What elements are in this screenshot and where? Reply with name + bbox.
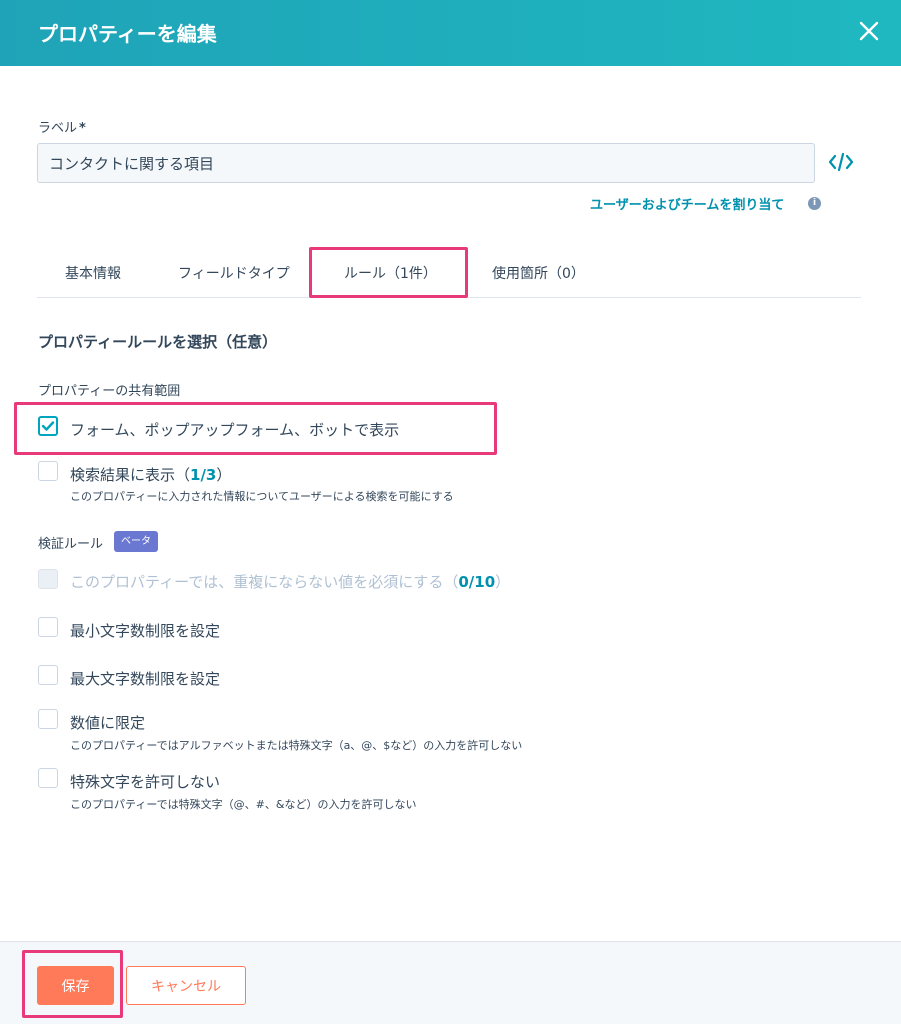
tab-usage[interactable]: 使用箇所（0）: [492, 263, 585, 283]
sharing-scope-label: プロパティーの共有範囲: [38, 384, 181, 399]
close-icon[interactable]: [852, 14, 886, 48]
tab-field-type[interactable]: フィールドタイプ: [178, 263, 290, 283]
label-field-title: ラベル *: [38, 117, 86, 136]
active-tab-indicator: [315, 295, 467, 298]
modal-title: プロパティーを編集: [38, 22, 217, 46]
validation-rules-label: 検証ルール: [38, 537, 104, 552]
cancel-button[interactable]: キャンセル: [126, 966, 246, 1005]
form-option-label: フォーム、ポップアップフォーム、ボットで表示: [70, 421, 400, 439]
required-mark: *: [79, 121, 86, 136]
checkmark-icon: [41, 421, 55, 431]
max-length-label: 最大文字数制限を設定: [70, 670, 221, 688]
label-text: ラベル: [38, 121, 78, 136]
tab-rules[interactable]: ルール（1件）: [344, 263, 437, 283]
min-length-checkbox[interactable]: [38, 617, 58, 637]
search-option-checkbox[interactable]: [38, 461, 58, 481]
modal-header: プロパティーを編集: [0, 0, 901, 66]
search-option-text-end: ）: [216, 466, 232, 484]
unique-value-text: このプロパティーでは、重複にならない値を必須にする（: [70, 573, 459, 591]
max-length-checkbox[interactable]: [38, 665, 58, 685]
no-special-chars-checkbox[interactable]: [38, 768, 58, 788]
no-special-chars-label: 特殊文字を許可しない: [70, 773, 221, 791]
assign-users-teams-link[interactable]: ユーザーおよびチームを割り当て: [590, 194, 784, 213]
unique-value-checkbox: [38, 569, 58, 589]
unique-value-label: このプロパティーでは、重複にならない値を必須にする（0/10）: [70, 571, 510, 592]
tab-bar: 基本情報 フィールドタイプ ルール（1件） 使用箇所（0）: [37, 245, 861, 298]
no-special-chars-description: このプロパティーでは特殊文字（@、#、&など）の入力を許可しない: [70, 798, 417, 811]
search-option-count: 1/3: [190, 466, 217, 484]
form-option-checkbox[interactable]: [38, 416, 58, 436]
unique-value-count: 0/10: [458, 573, 496, 591]
beta-badge: ベータ: [114, 531, 158, 552]
info-icon[interactable]: i: [808, 197, 821, 210]
tab-basic-info[interactable]: 基本情報: [65, 263, 121, 283]
section-title: プロパティールールを選択（任意）: [38, 333, 278, 351]
numeric-only-checkbox[interactable]: [38, 709, 58, 729]
search-option-text: 検索結果に表示（: [70, 466, 191, 484]
search-option-label: 検索結果に表示（1/3）: [70, 464, 231, 485]
min-length-label: 最小文字数制限を設定: [70, 622, 221, 640]
label-input[interactable]: [37, 143, 815, 183]
code-icon[interactable]: [826, 148, 856, 176]
unique-value-text-end: ）: [495, 573, 511, 591]
numeric-only-description: このプロパティーではアルファベットまたは特殊文字（a、@、$など）の入力を許可し…: [70, 739, 523, 752]
search-option-description: このプロパティーに入力された情報についてユーザーによる検索を可能にする: [70, 490, 454, 503]
numeric-only-label: 数値に限定: [70, 714, 146, 732]
save-button[interactable]: 保存: [37, 966, 114, 1005]
